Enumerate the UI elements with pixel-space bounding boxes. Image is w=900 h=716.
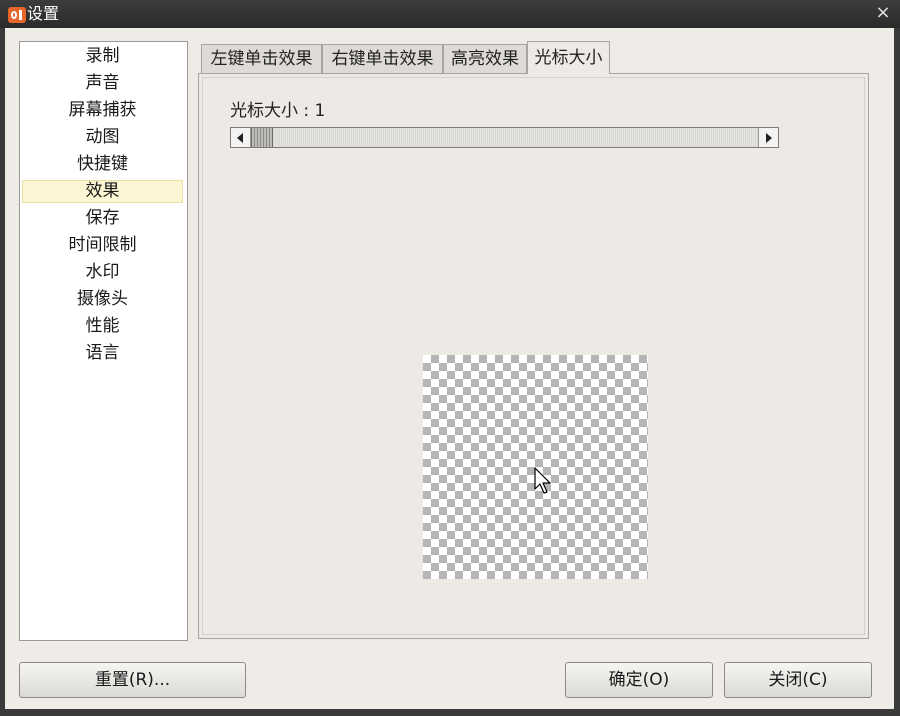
sidebar-item-performance[interactable]: 性能 bbox=[23, 316, 182, 337]
settings-category-list[interactable]: 录制 声音 屏幕捕获 动图 快捷键 效果 保存 时间限制 水印 摄像头 性能 语… bbox=[19, 41, 188, 641]
sidebar-item-effects[interactable]: 效果 bbox=[22, 180, 183, 203]
sidebar-item-gif[interactable]: 动图 bbox=[23, 127, 182, 148]
slider-track[interactable] bbox=[251, 128, 758, 147]
sidebar-item-record[interactable]: 录制 bbox=[23, 46, 182, 67]
cursor-preview bbox=[423, 355, 648, 579]
window-title: 设置 bbox=[27, 4, 60, 23]
close-icon[interactable]: × bbox=[874, 3, 892, 23]
tab-cursor-size[interactable]: 光标大小 bbox=[527, 41, 610, 74]
reset-button[interactable]: 重置(R)... bbox=[19, 662, 246, 698]
cursor-size-label: 光标大小 : 1 bbox=[230, 101, 326, 121]
app-logo-icon bbox=[8, 7, 26, 23]
settings-window: 设置 × 录制 声音 屏幕捕获 动图 快捷键 效果 保存 时间限制 水印 摄像头… bbox=[0, 0, 900, 716]
slider-decrease-button[interactable] bbox=[231, 128, 251, 147]
dialog-body: 录制 声音 屏幕捕获 动图 快捷键 效果 保存 时间限制 水印 摄像头 性能 语… bbox=[5, 28, 894, 709]
title-bar[interactable]: 设置 × bbox=[0, 0, 900, 28]
arrow-left-icon bbox=[237, 133, 243, 143]
sidebar-item-hotkeys[interactable]: 快捷键 bbox=[23, 154, 182, 175]
cursor-arrow-icon bbox=[534, 467, 551, 494]
sidebar-item-camera[interactable]: 摄像头 bbox=[23, 289, 182, 310]
sidebar-item-time-limit[interactable]: 时间限制 bbox=[23, 235, 182, 256]
sidebar-item-save[interactable]: 保存 bbox=[23, 208, 182, 229]
sidebar-item-screen-capture[interactable]: 屏幕捕获 bbox=[23, 100, 182, 121]
slider-thumb[interactable] bbox=[251, 128, 273, 147]
cursor-size-slider[interactable] bbox=[230, 127, 779, 148]
slider-increase-button[interactable] bbox=[758, 128, 778, 147]
ok-button[interactable]: 确定(O) bbox=[565, 662, 713, 698]
tab-highlight-effect[interactable]: 高亮效果 bbox=[443, 44, 527, 73]
tab-right-click-effect[interactable]: 右键单击效果 bbox=[322, 44, 443, 73]
sidebar-item-watermark[interactable]: 水印 bbox=[23, 262, 182, 283]
close-button[interactable]: 关闭(C) bbox=[724, 662, 872, 698]
arrow-right-icon bbox=[766, 133, 772, 143]
tab-left-click-effect[interactable]: 左键单击效果 bbox=[201, 44, 322, 73]
sidebar-item-sound[interactable]: 声音 bbox=[23, 73, 182, 94]
sidebar-item-language[interactable]: 语言 bbox=[23, 343, 182, 364]
